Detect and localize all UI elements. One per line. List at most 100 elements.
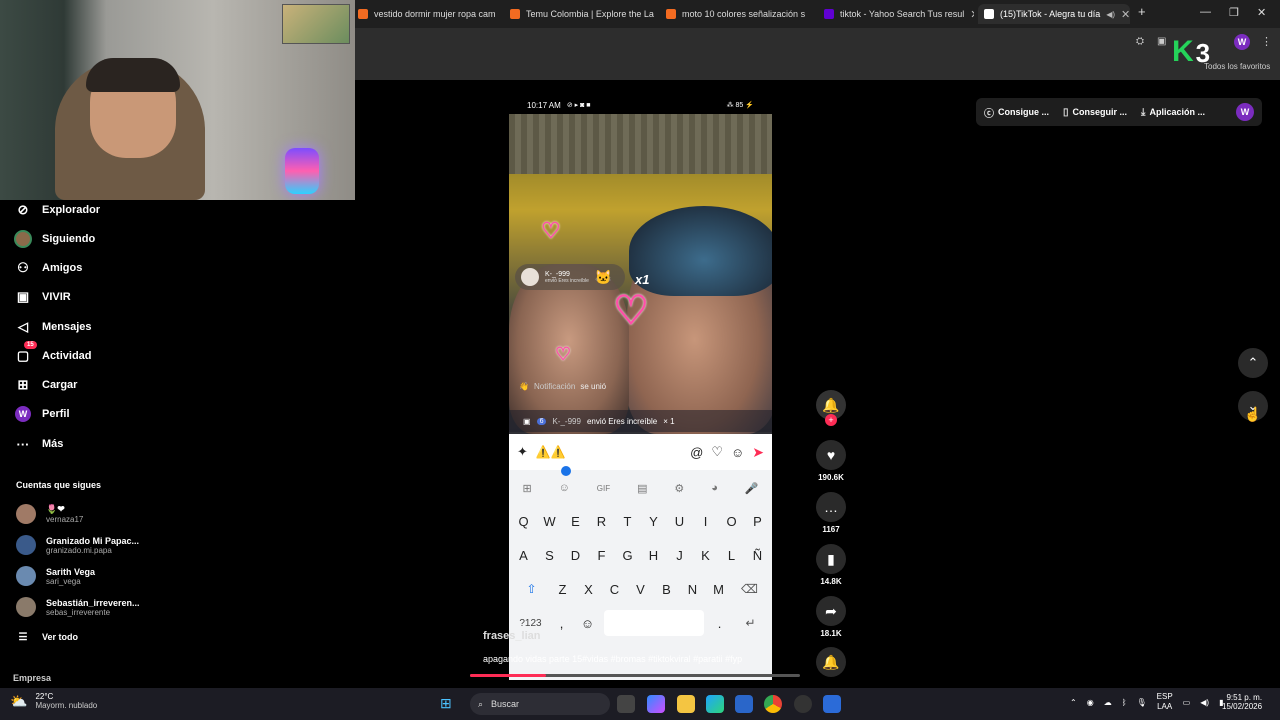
minimize-button[interactable]: —: [1200, 6, 1211, 18]
input-language[interactable]: ESP LAA: [1157, 692, 1173, 712]
key[interactable]: B: [657, 576, 677, 602]
video-player[interactable]: 10:17 AM ⊘ ▸ ◙ ■ ⁂ 85 ⚡ ♡ ♡ ♡ K-_-999 en…: [509, 96, 772, 680]
key[interactable]: Ñ: [748, 542, 768, 568]
see-all-link[interactable]: ☰ Ver todo: [14, 628, 79, 646]
key[interactable]: G: [618, 542, 638, 568]
tab-temu[interactable]: Temu Colombia | Explore the La ✕: [504, 4, 656, 24]
taskbar-search[interactable]: ⌕ Buscar: [470, 693, 610, 715]
key[interactable]: S: [540, 542, 560, 568]
following-account[interactable]: Sarith Vega sari_vega: [16, 566, 95, 586]
menu-icon[interactable]: ⋮: [1261, 35, 1272, 48]
sidebar-item-explorador[interactable]: ⊘ Explorador: [14, 201, 101, 219]
video-author[interactable]: frases_lian: [483, 630, 540, 642]
app-tray-icon[interactable]: ◉: [1087, 698, 1094, 707]
key[interactable]: J: [670, 542, 690, 568]
sidebar-item-amigos[interactable]: ⚇ Amigos: [14, 259, 82, 277]
copilot-icon[interactable]: [647, 695, 665, 713]
follow-button[interactable]: 🔔 +: [815, 390, 847, 426]
apps-icon[interactable]: ⊞: [522, 482, 531, 495]
key[interactable]: I: [696, 508, 716, 534]
key[interactable]: X: [579, 576, 599, 602]
following-account[interactable]: Sebastián_irreveren... sebas_irreverente: [16, 597, 140, 617]
key[interactable]: C: [605, 576, 625, 602]
key[interactable]: R: [592, 508, 612, 534]
key[interactable]: P: [748, 508, 768, 534]
shift-key[interactable]: ⇧: [517, 576, 547, 602]
key[interactable]: Y: [644, 508, 664, 534]
app-icon[interactable]: [823, 695, 841, 713]
sidebar-item-perfil[interactable]: W Perfil: [14, 405, 70, 423]
file-explorer-icon[interactable]: [677, 695, 695, 713]
system-clock[interactable]: 9:51 p. m. 15/02/2026: [1222, 693, 1262, 711]
profile-avatar[interactable]: W: [1234, 34, 1250, 50]
theme-icon[interactable]: ◕: [711, 482, 718, 494]
new-tab-button[interactable]: +: [1138, 4, 1146, 19]
sidebar-item-siguiendo[interactable]: Siguiendo: [14, 230, 95, 248]
emoji-icon[interactable]: ☺: [731, 445, 744, 460]
following-account[interactable]: 🌷❤ vernaza17: [16, 504, 83, 524]
restore-button[interactable]: ❐: [1229, 6, 1239, 19]
volume-icon[interactable]: ◀): [1200, 698, 1209, 707]
previous-video-button[interactable]: ⌃: [1238, 348, 1268, 378]
tab-vestido[interactable]: vestido dormir mujer ropa cam ✕: [352, 4, 500, 24]
key[interactable]: K: [696, 542, 716, 568]
header-avatar[interactable]: W: [1236, 103, 1254, 121]
sidebar-item-actividad[interactable]: ▢ 15 Actividad: [14, 341, 92, 365]
edge-icon[interactable]: [706, 695, 724, 713]
gif-button[interactable]: GIF: [597, 484, 610, 493]
space-key[interactable]: [603, 610, 704, 636]
key[interactable]: A: [514, 542, 534, 568]
close-icon[interactable]: ✕: [970, 8, 974, 21]
microphone-icon[interactable]: 🎙: [1137, 698, 1147, 707]
comma-key[interactable]: ,: [552, 610, 572, 636]
key[interactable]: L: [722, 542, 742, 568]
weather-widget[interactable]: ⛅ 22°C Mayorm. nublado: [10, 692, 97, 710]
task-view-icon[interactable]: [617, 695, 635, 713]
clipboard-icon[interactable]: ▤: [637, 482, 647, 495]
tab-moto[interactable]: moto 10 colores señalización s ✕: [660, 4, 812, 24]
tab-tiktok[interactable]: (15)TikTok - Alegra tu día ◀) ✕: [978, 4, 1130, 24]
chrome-icon[interactable]: [764, 695, 782, 713]
key[interactable]: E: [566, 508, 586, 534]
heart-outline-icon[interactable]: ♡: [711, 444, 723, 460]
plus-icon[interactable]: +: [825, 414, 837, 426]
key[interactable]: O: [722, 508, 742, 534]
monitor-icon[interactable]: ▭: [1183, 698, 1191, 707]
sticker-icon[interactable]: ☺: [559, 482, 570, 494]
key[interactable]: N: [683, 576, 703, 602]
get-coins-button[interactable]: ⓒ Consigue ...: [984, 105, 1049, 120]
obs-icon[interactable]: [794, 695, 812, 713]
mention-icon[interactable]: @: [690, 445, 703, 460]
emoji-key[interactable]: ☺: [578, 610, 598, 636]
key[interactable]: Z: [553, 576, 573, 602]
video-progress-bar[interactable]: [470, 674, 800, 677]
next-live-button[interactable]: 🔔: [815, 647, 847, 677]
close-icon[interactable]: ✕: [811, 8, 812, 21]
chevron-up-icon[interactable]: ⌃: [1070, 698, 1077, 707]
download-app-button[interactable]: ⤓ Aplicación ...: [1141, 107, 1205, 118]
all-bookmarks-link[interactable]: Todos los favoritos: [1204, 62, 1270, 71]
backspace-key[interactable]: ⌫: [735, 576, 765, 602]
send-icon[interactable]: ➤: [752, 444, 764, 461]
comment-input[interactable]: ✦ ⚠️⚠️ @ ♡ ☺ ➤: [509, 434, 772, 470]
footer-company-link[interactable]: Empresa: [13, 673, 51, 683]
like-button[interactable]: ♥ 190.6K: [815, 440, 847, 482]
store-icon[interactable]: [735, 695, 753, 713]
screenshot-icon[interactable]: ▣: [1157, 36, 1166, 47]
windows-start-icon[interactable]: ⊞: [440, 695, 452, 712]
microphone-icon[interactable]: 🎤: [745, 482, 759, 495]
close-window-button[interactable]: ✕: [1257, 6, 1266, 19]
sparkle-icon[interactable]: ✦: [517, 444, 528, 460]
enter-key[interactable]: ↵: [736, 610, 766, 636]
tab-yahoo[interactable]: tiktok - Yahoo Search Tus resul ✕: [818, 4, 974, 24]
key[interactable]: Q: [514, 508, 534, 534]
key[interactable]: F: [592, 542, 612, 568]
speaker-icon[interactable]: ◀): [1106, 10, 1115, 19]
key[interactable]: W: [540, 508, 560, 534]
key[interactable]: H: [644, 542, 664, 568]
bluetooth-icon[interactable]: ᛒ: [1122, 698, 1127, 707]
settings-icon[interactable]: ⚙: [674, 482, 684, 495]
key[interactable]: V: [631, 576, 651, 602]
sidebar-item-mensajes[interactable]: ◁ Mensajes: [14, 318, 92, 336]
share-button[interactable]: ➦ 18.1K: [815, 596, 847, 638]
